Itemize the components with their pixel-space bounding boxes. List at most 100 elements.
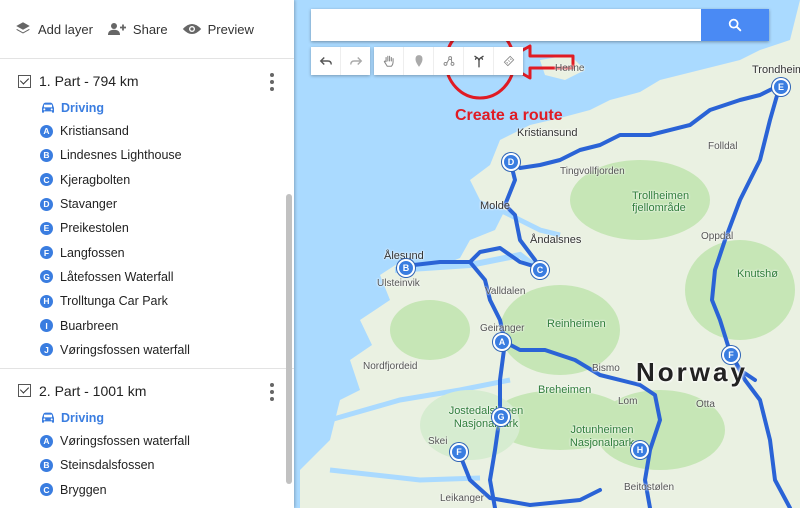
label-leikanger: Leikanger: [440, 493, 484, 504]
route-marker[interactable]: B: [397, 259, 415, 277]
layer-title[interactable]: 2. Part - 1001 km: [39, 383, 146, 399]
search-button[interactable]: [701, 9, 769, 41]
route-stop[interactable]: I Buarbreen: [0, 313, 294, 337]
route-stop[interactable]: E Preikestolen: [0, 216, 294, 240]
undo-button[interactable]: [311, 47, 341, 75]
label-kristiansund: Kristiansund: [517, 127, 578, 139]
label-ulsteinvik: Ulsteinvik: [377, 278, 420, 289]
route-marker[interactable]: A: [493, 333, 511, 351]
stop-badge: B: [40, 458, 53, 472]
car-icon: [42, 412, 54, 423]
stop-name: Bryggen: [60, 482, 107, 497]
route-marker[interactable]: E: [772, 78, 790, 96]
route-stop[interactable]: B Lindesnes Lighthouse: [0, 143, 294, 167]
route-layer: 1. Part - 794 km Driving A Kristiansand B…: [0, 59, 294, 369]
preview-label: Preview: [207, 21, 254, 37]
stop-badge: J: [40, 343, 53, 357]
add-person-icon: [107, 23, 126, 35]
route-stop[interactable]: H Trolltunga Car Park: [0, 289, 294, 313]
label-beitostolen: Beitostølen: [624, 482, 675, 493]
label-jotunheimen: Jotunheimen Nasjonalpark: [569, 424, 635, 449]
stop-badge: D: [40, 197, 53, 211]
share-button[interactable]: Share: [107, 20, 168, 38]
route-marker[interactable]: F: [722, 346, 740, 364]
route-marker[interactable]: C: [531, 261, 549, 279]
undo-icon: [319, 57, 332, 65]
label-otta: Otta: [696, 399, 715, 410]
route-stop[interactable]: D Stavanger: [0, 192, 294, 216]
stop-name: Vøringsfossen waterfall: [60, 434, 190, 449]
route-layer: 2. Part - 1001 km Driving A Vøringsfossen…: [0, 369, 294, 508]
layers-panel: Add layer Share Preview 1. Part - 794 km…: [0, 0, 294, 508]
select-tool-button[interactable]: [374, 47, 404, 75]
stop-badge: A: [40, 434, 53, 448]
label-trondheim: Trondheim: [752, 64, 800, 76]
stop-badge: B: [40, 148, 53, 162]
stop-badge: C: [40, 483, 53, 497]
add-layer-button[interactable]: Add layer: [14, 20, 93, 38]
stop-badge: A: [40, 124, 53, 138]
search-icon: [728, 18, 742, 32]
label-valldalen: Valldalen: [485, 286, 526, 297]
travel-mode[interactable]: Driving: [0, 97, 294, 119]
search-input[interactable]: [311, 9, 701, 41]
measure-button[interactable]: [494, 47, 523, 75]
label-oppdal: Oppdal: [701, 231, 734, 242]
label-jostedalsbreen: Jostedalsbreen Nasjonalpark: [448, 405, 524, 430]
layer-visibility-checkbox[interactable]: [18, 74, 31, 88]
add-layer-label: Add layer: [38, 21, 93, 37]
stop-badge: C: [40, 173, 53, 187]
eye-icon: [182, 24, 201, 34]
route-stop[interactable]: F Langfossen: [0, 240, 294, 264]
panel-scrollbar[interactable]: [286, 194, 292, 484]
draw-line-button[interactable]: [434, 47, 464, 75]
map-search-bar: [311, 9, 769, 41]
draw-line-icon: [443, 56, 454, 66]
label-molde: Molde: [480, 200, 510, 212]
travel-mode-label: Driving: [61, 101, 105, 115]
route-stop[interactable]: G Låtefossen Waterfall: [0, 265, 294, 289]
label-lom: Lom: [618, 396, 638, 407]
layer-options-icon[interactable]: [270, 382, 274, 401]
route-stop[interactable]: C Kjeragbolten: [0, 168, 294, 192]
ruler-icon: [503, 55, 514, 67]
route-marker[interactable]: G: [492, 408, 510, 426]
label-henne: Henne: [555, 63, 585, 74]
route-stop[interactable]: J Vøringsfossen waterfall: [0, 338, 294, 362]
layers-icon: [16, 22, 30, 34]
history-tools: [311, 47, 370, 75]
stop-name: Steinsdalsfossen: [60, 458, 155, 473]
add-directions-button[interactable]: [464, 47, 494, 75]
label-tingvoll: Tingvollfjorden: [560, 166, 625, 177]
preview-button[interactable]: Preview: [182, 22, 254, 37]
route-stop[interactable]: A Vøringsfossen waterfall: [0, 429, 294, 453]
route-marker[interactable]: F: [450, 443, 468, 461]
label-reinheimen: Reinheimen: [547, 318, 606, 330]
stop-name: Buarbreen: [60, 318, 119, 333]
route-stop[interactable]: B Steinsdalsfossen: [0, 453, 294, 477]
route-stop[interactable]: C Bryggen: [0, 478, 294, 502]
map-toolbar: [311, 47, 523, 75]
stop-badge: F: [40, 246, 53, 260]
add-marker-button[interactable]: [404, 47, 434, 75]
directions-icon: [473, 55, 484, 68]
stop-name: Stavanger: [60, 197, 117, 212]
route-marker[interactable]: D: [502, 153, 520, 171]
label-skei: Skei: [428, 436, 448, 447]
stop-badge: H: [40, 294, 53, 308]
layer-title[interactable]: 1. Part - 794 km: [39, 73, 139, 89]
travel-mode[interactable]: Driving: [0, 407, 294, 429]
label-folldal: Folldal: [708, 141, 738, 152]
label-bismo: Bismo: [592, 363, 620, 374]
redo-icon: [349, 57, 362, 65]
label-norfjordeid: Nordfjordeid: [363, 361, 418, 372]
route-marker[interactable]: H: [631, 441, 649, 459]
redo-button[interactable]: [341, 47, 370, 75]
stop-name: Kristiansand: [60, 124, 129, 139]
label-andalsnes: Åndalsnes: [530, 234, 582, 246]
stop-name: Låtefossen Waterfall: [60, 269, 174, 284]
layer-visibility-checkbox[interactable]: [18, 384, 31, 398]
stop-badge: G: [40, 270, 53, 284]
route-stop[interactable]: A Kristiansand: [0, 119, 294, 143]
layer-options-icon[interactable]: [270, 73, 274, 91]
